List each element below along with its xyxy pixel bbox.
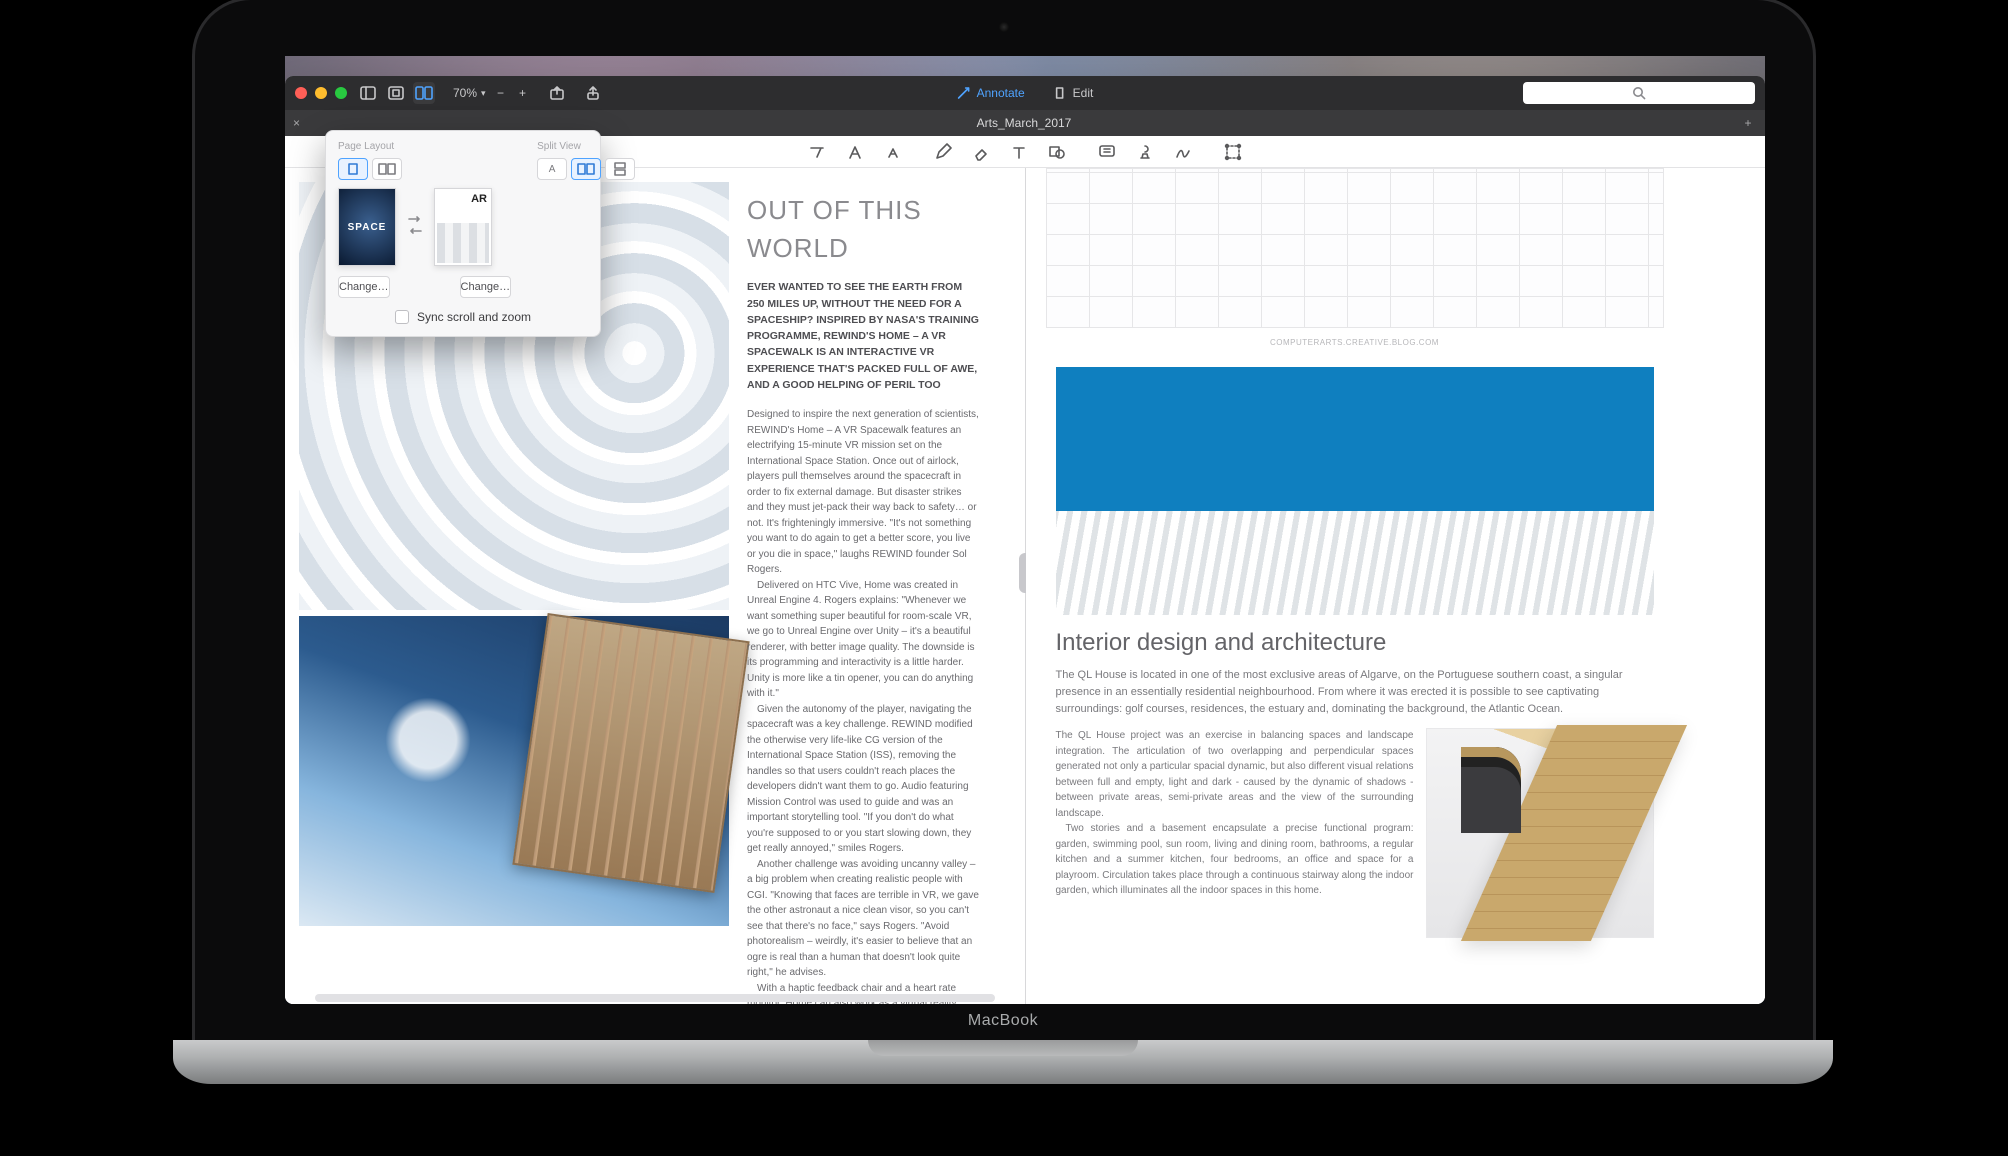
minimize-window-button[interactable] <box>315 87 327 99</box>
article-body-1: Designed to inspire the next generation … <box>747 407 979 578</box>
sidebar-toggle-button[interactable] <box>357 82 379 104</box>
shape-tool-icon[interactable] <box>1047 142 1067 162</box>
edit-label: Edit <box>1073 86 1094 100</box>
layout-popover: Page Layout SP <box>325 130 601 337</box>
split-mode-horizontal-button[interactable] <box>571 158 601 180</box>
staircase-image <box>1426 728 1654 938</box>
text-style-icon[interactable] <box>807 142 827 162</box>
article-lead: EVER WANTED TO SEE THE EARTH FROM 250 MI… <box>747 279 979 393</box>
page-layout-label: Page Layout <box>338 141 511 152</box>
thumb-left-label: SPACE <box>348 222 387 233</box>
left-doc-thumbnail[interactable]: SPACE <box>338 188 396 266</box>
export-button[interactable] <box>546 82 568 104</box>
sync-checkbox[interactable] <box>395 310 409 324</box>
app-window: 70% ▾ − + Annotate Edit <box>285 76 1765 1004</box>
note-icon[interactable] <box>1097 142 1117 162</box>
split-view-label: Split View <box>537 141 635 152</box>
split-mode-a-button[interactable]: A <box>537 158 567 180</box>
zoom-out-button[interactable]: − <box>490 82 512 104</box>
right-doc-thumbnail[interactable]: AR <box>434 188 492 266</box>
page-layout-section: Page Layout SP <box>338 141 511 298</box>
building-elevation-drawing <box>1046 168 1664 328</box>
window-controls <box>295 87 347 99</box>
right-paragraph-3: Two stories and a basement encapsulate a… <box>1056 821 1414 899</box>
change-left-doc-button[interactable]: Change… <box>338 276 390 298</box>
annotate-label: Annotate <box>977 86 1025 100</box>
fullscreen-window-button[interactable] <box>335 87 347 99</box>
close-window-button[interactable] <box>295 87 307 99</box>
change-right-doc-button[interactable]: Change… <box>460 276 512 298</box>
article-body-3: Given the autonomy of the player, naviga… <box>747 702 979 857</box>
device-base <box>173 1040 1833 1084</box>
article-title: OUT OF THIS WORLD <box>747 192 979 267</box>
article-body-4: Another challenge was avoiding uncanny v… <box>747 857 979 981</box>
edit-mode-button[interactable]: Edit <box>1053 86 1094 100</box>
article-body-2: Delivered on HTC Vive, Home was created … <box>747 578 979 702</box>
titlebar: 70% ▾ − + Annotate Edit <box>285 76 1765 110</box>
page-layout-button[interactable] <box>385 82 407 104</box>
single-page-button[interactable] <box>338 158 368 180</box>
right-pane[interactable]: COMPUTERARTS.CREATIVE.BLOG.COM Interior … <box>1026 168 1766 1004</box>
chevron-down-icon: ▾ <box>481 88 486 99</box>
tab-close-button[interactable]: × <box>293 116 309 130</box>
eraser-icon[interactable] <box>971 142 991 162</box>
signature-icon[interactable] <box>1173 142 1193 162</box>
right-paragraph-2: The QL House project was an exercise in … <box>1056 728 1414 821</box>
space-station-image <box>299 616 729 926</box>
swap-documents-button[interactable] <box>406 213 424 241</box>
right-document-page: COMPUTERARTS.CREATIVE.BLOG.COM Interior … <box>1046 168 1664 938</box>
selection-icon[interactable] <box>1223 142 1243 162</box>
zoom-control[interactable]: 70% ▾ <box>453 86 486 100</box>
zoom-value: 70% <box>453 86 477 100</box>
stamp-icon[interactable] <box>1135 142 1155 162</box>
pencil-icon[interactable] <box>933 142 953 162</box>
zoom-in-button[interactable]: + <box>512 82 534 104</box>
font-large-icon[interactable] <box>845 142 865 162</box>
two-page-button[interactable] <box>372 158 402 180</box>
font-small-icon[interactable] <box>883 142 903 162</box>
text-tool-icon[interactable] <box>1009 142 1029 162</box>
split-mode-vertical-button[interactable] <box>605 158 635 180</box>
webcam-dot <box>999 22 1009 32</box>
tab-add-button[interactable]: + <box>1739 116 1757 130</box>
tab-title[interactable]: Arts_March_2017 <box>309 116 1739 130</box>
split-view-button[interactable] <box>413 82 435 104</box>
sync-label: Sync scroll and zoom <box>417 310 531 324</box>
share-button[interactable] <box>582 82 604 104</box>
device-brand: MacBook <box>968 1012 1038 1030</box>
left-horizontal-scrollbar[interactable] <box>315 994 995 1002</box>
architecture-hero-image <box>1056 367 1654 615</box>
elevation-caption: COMPUTERARTS.CREATIVE.BLOG.COM <box>1046 334 1664 357</box>
split-view-section: Split View A <box>537 141 635 298</box>
annotate-mode-button[interactable]: Annotate <box>957 86 1025 100</box>
thumb-right-label: AR <box>471 193 487 205</box>
search-field[interactable] <box>1523 82 1755 104</box>
right-paragraph-1: The QL House is located in one of the mo… <box>1056 667 1654 718</box>
right-heading: Interior design and architecture <box>1056 629 1654 657</box>
search-icon <box>1632 86 1646 100</box>
